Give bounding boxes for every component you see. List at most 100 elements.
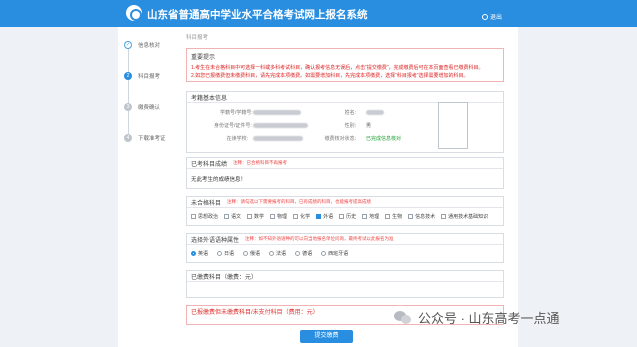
notice-box: 重要提示 1.考生在未合格科目中可选择一科或多科考试科目，确认报考信息无误后，点… (186, 48, 504, 82)
radio-selected[interactable] (191, 251, 196, 256)
gender-value: 男 (366, 123, 372, 129)
field-label: 身份证号/证件号: (214, 123, 252, 129)
checkbox-label: 语文 (231, 214, 242, 220)
radio[interactable] (217, 251, 223, 256)
status-badge: 已完成信息核对 (366, 136, 402, 142)
checkbox-label: 物理 (277, 214, 288, 220)
checkbox-label: 生物 (392, 214, 403, 220)
checkbox[interactable] (224, 214, 230, 219)
site-title: 山东省普通高中学业水平合格考试网上报名系统 (147, 9, 368, 21)
checkbox[interactable] (247, 214, 253, 219)
exit-label: 退出 (490, 15, 503, 21)
redacted-value (253, 110, 301, 115)
subject-checkbox[interactable]: 外语 (316, 213, 333, 220)
step-2: 2 科目报考 (124, 72, 160, 80)
radio-label: 日语 (224, 251, 235, 257)
radio[interactable] (321, 251, 327, 256)
radio-label: 俄语 (250, 251, 261, 257)
field-label: 性别: (344, 123, 356, 129)
language-radio[interactable]: 英语 (191, 250, 208, 257)
checkbox[interactable] (293, 214, 299, 219)
checkbox-label: 历史 (346, 214, 357, 220)
section-header: 选择外语语种属性 注释：如不知外语语种的可以向当地报名单位问询，最终考试以此报名… (187, 234, 503, 245)
subject-checkbox[interactable]: 信息技术 (408, 213, 435, 220)
notice-line: 2.如您已报缴费但未缴费科目，请先完成本项缴费。如需要增加科目，先完成本项缴费，… (191, 73, 469, 79)
radio[interactable] (295, 251, 301, 256)
language-radio[interactable]: 日语 (217, 250, 234, 257)
section-note: 注释：如不知外语语种的可以向当地报名单位问询，最终考试以此报名为准 (245, 236, 394, 241)
subject-checkbox[interactable]: 数学 (247, 213, 264, 220)
checkbox[interactable] (362, 214, 368, 219)
submit-payment-button[interactable]: 提交缴费 (300, 330, 353, 343)
subject-checkbox[interactable]: 生物 (385, 213, 402, 220)
subject-checkbox[interactable]: 思想政治 (191, 213, 218, 220)
checkbox[interactable] (385, 214, 391, 219)
section-title: 选择外语语种属性 (191, 237, 240, 244)
checkbox[interactable] (408, 214, 414, 219)
checkbox-label: 信息技术 (415, 214, 436, 220)
checkbox-label: 外语 (323, 214, 334, 220)
no-scores-text: 无此考生的成绩信息！ (191, 177, 247, 183)
exit-button[interactable]: 退出 (482, 12, 502, 21)
subject-checkbox[interactable]: 历史 (339, 213, 356, 220)
school-seal-icon (126, 5, 142, 21)
step-number: 4 (124, 134, 132, 142)
radio-label: 英语 (198, 251, 209, 257)
section-note: 注释：已合格科目不再报考 (233, 160, 288, 165)
field-label: 在读学校: (226, 136, 248, 142)
step-number: 2 (124, 72, 132, 80)
field-label: 姓名: (344, 110, 356, 116)
checkbox[interactable] (191, 214, 196, 219)
section-header: 已考科目成绩 注释：已合格科目不再报考 (187, 158, 503, 169)
section-header: 未合格科目 注释：请勾选以下需要报考的科目，已有成绩的科目，也能报考提高成绩 (187, 197, 503, 208)
radio[interactable] (269, 251, 275, 256)
unpassed-subjects-section: 未合格科目 注释：请勾选以下需要报考的科目，已有成绩的科目，也能报考提高成绩 思… (186, 196, 504, 226)
step-connector (128, 48, 129, 136)
notice-title: 重要提示 (191, 55, 216, 61)
checkbox[interactable] (270, 214, 276, 219)
checkbox[interactable] (339, 214, 345, 219)
language-radio[interactable]: 俄语 (243, 250, 260, 257)
subject-checkbox[interactable]: 地理 (362, 213, 379, 220)
section-title: 已考科目成绩 (191, 161, 228, 168)
subject-checkbox[interactable]: 化学 (293, 213, 310, 220)
section-title: 已缴费科目（缴费：元） (191, 274, 258, 281)
language-radio[interactable]: 西班牙语 (321, 250, 348, 257)
redacted-value (253, 136, 303, 141)
student-photo (438, 102, 468, 149)
radio-label: 西班牙语 (328, 251, 349, 257)
section-header: 已缴费科目（缴费：元） (187, 271, 503, 282)
step-3: 3 缴费确认 (124, 103, 160, 111)
radio-label: 法语 (276, 251, 287, 257)
subject-checkbox[interactable]: 语文 (224, 213, 241, 220)
redacted-value (253, 123, 308, 128)
subject-checkbox[interactable]: 通用技术基础知识 (441, 213, 488, 220)
section-title: 考籍基本信息 (191, 95, 228, 102)
step-label: 信息核对 (138, 43, 161, 49)
step-label: 科目报考 (138, 74, 161, 80)
section-title: 已报缴费但未缴费科目/未支付科目（费用：元） (191, 310, 319, 316)
checkbox-label: 思想政治 (198, 214, 219, 220)
checkbox-label: 化学 (300, 214, 311, 220)
wechat-icon (394, 310, 412, 325)
app-header: 山东省普通高中学业水平合格考试网上报名系统 退出 (0, 0, 637, 27)
checkbox[interactable] (441, 214, 447, 219)
language-section: 选择外语语种属性 注释：如不知外语语种的可以向当地报名单位问询，最终考试以此报名… (186, 233, 504, 263)
radio[interactable] (243, 251, 249, 256)
step-label: 下载准考证 (138, 136, 166, 142)
notice-line: 1.考生在未合格科目中可选择一科或多科考试科目，确认报考信息无误后，点击“提交缴… (191, 65, 484, 71)
field-label: 缴费核对状态: (324, 136, 356, 142)
checkbox-label: 数学 (254, 214, 265, 220)
language-radio[interactable]: 德语 (295, 250, 312, 257)
radio-label: 德语 (302, 251, 313, 257)
checkbox-checked[interactable] (316, 214, 322, 219)
language-radio-group: 英语 日语 俄语 法语 德语 西班牙语 (191, 250, 348, 257)
step-number: 3 (124, 103, 132, 111)
subject-checkbox[interactable]: 物理 (270, 213, 287, 220)
redacted-value (366, 110, 384, 115)
scores-section: 已考科目成绩 注释：已合格科目不再报考 无此考生的成绩信息！ (186, 157, 504, 189)
language-radio[interactable]: 法语 (269, 250, 286, 257)
power-icon (482, 13, 488, 20)
section-title: 未合格科目 (191, 200, 222, 207)
step-4: 4 下载准考证 (124, 134, 166, 142)
